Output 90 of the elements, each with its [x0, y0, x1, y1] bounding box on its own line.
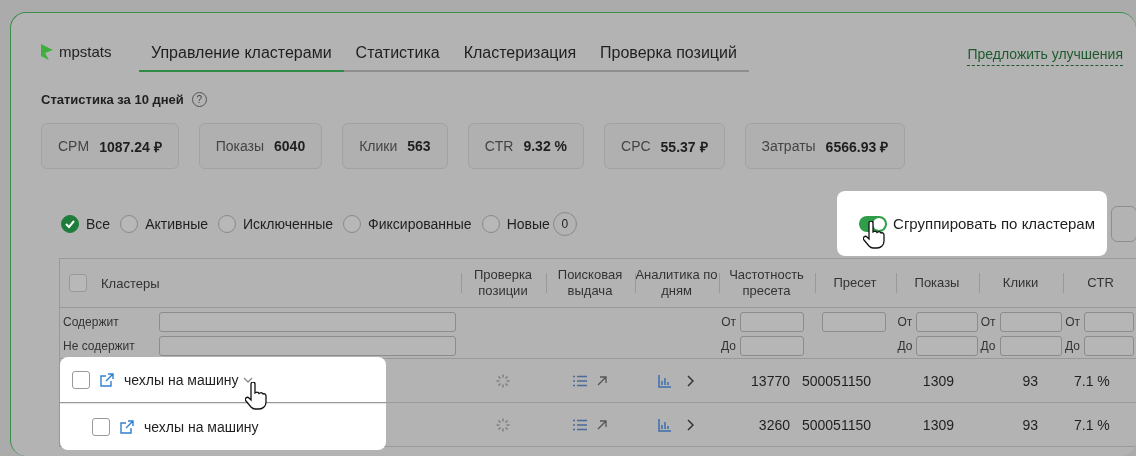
input-field[interactable]	[1084, 312, 1134, 332]
input-field[interactable]	[822, 312, 886, 332]
column-header[interactable]: CTR	[1087, 275, 1114, 291]
input-field[interactable]	[740, 312, 804, 332]
table-cell: 93	[1022, 416, 1038, 433]
chevron-right-icon[interactable]	[686, 374, 694, 387]
range-label: От	[979, 315, 996, 329]
loading-spinner-icon	[495, 373, 510, 388]
input-field[interactable]	[159, 336, 456, 356]
logo-text: mpstats	[59, 43, 112, 60]
external-link-icon[interactable]	[120, 420, 134, 434]
nav-tab[interactable]: Кластеризация	[451, 44, 589, 72]
stat-value: 55.37 ₽	[660, 137, 708, 156]
arrow-up-right-icon[interactable]	[596, 375, 607, 386]
stat-value: 6566.93 ₽	[825, 137, 889, 156]
filter-label[interactable]: Новые	[506, 215, 550, 232]
input-field[interactable]	[1084, 336, 1134, 356]
checkbox[interactable]	[69, 274, 87, 292]
column-header[interactable]: Показы	[914, 275, 960, 291]
radio-button[interactable]	[218, 214, 236, 233]
column-header[interactable]: Пресет	[833, 275, 877, 291]
table-cell: 500051150	[801, 372, 871, 389]
column-header[interactable]: Кластеры	[101, 275, 160, 291]
filter-label[interactable]: Активные	[145, 215, 208, 232]
radio-button[interactable]	[481, 214, 500, 233]
checkbox[interactable]	[92, 418, 110, 436]
bar-chart-icon[interactable]	[658, 417, 672, 432]
toggle-label[interactable]: Сгруппировать по кластерам	[893, 215, 1095, 232]
table-cell: 7.1 %	[1074, 416, 1110, 433]
filter-label[interactable]: Исключенные	[243, 215, 334, 232]
table-cell: 13770	[751, 372, 790, 389]
stat-label: CPM	[58, 138, 90, 154]
bar-chart-icon[interactable]	[658, 373, 672, 388]
stat-value: 1087.24 ₽	[99, 137, 162, 156]
radio-button[interactable]	[61, 214, 79, 233]
external-link-icon[interactable]	[100, 372, 114, 387]
table-cell: 1309	[922, 372, 954, 389]
stat-label: Клики	[359, 138, 398, 154]
filter-label: Содержит	[62, 315, 120, 329]
suggest-link[interactable]: Предложить улучшения	[967, 46, 1123, 66]
stats-title: Статистика за 10 дней	[41, 92, 184, 107]
range-label: От	[1064, 315, 1080, 329]
caret-icon[interactable]	[242, 375, 253, 384]
logo-icon	[41, 43, 53, 60]
column-header[interactable]: Поисковая выдача	[546, 267, 634, 299]
range-label: До	[720, 339, 736, 353]
range-label: До	[1064, 339, 1080, 353]
column-header[interactable]: Проверка позиции	[461, 267, 545, 299]
range-label: До	[979, 339, 996, 353]
stat-value: 563	[407, 138, 431, 154]
filter-label: Не содержит	[62, 339, 136, 353]
chevron-right-icon[interactable]	[686, 418, 694, 431]
range-label: От	[896, 315, 913, 329]
input-field[interactable]	[740, 336, 804, 356]
column-header[interactable]: Частотность пресета	[719, 267, 814, 299]
nav-tab[interactable]: Статистика	[343, 44, 452, 72]
list-icon[interactable]	[572, 374, 587, 387]
nav-tab[interactable]: Управление кластерами	[139, 44, 344, 72]
loading-spinner-icon	[495, 417, 510, 432]
input-field[interactable]	[159, 312, 456, 332]
stat-value: 9.32 %	[523, 138, 567, 154]
input-field[interactable]	[916, 312, 978, 332]
column-header[interactable]: Клики	[1002, 275, 1039, 291]
stat-label: CPC	[621, 138, 651, 154]
hand-cursor-icon	[863, 221, 886, 249]
nav-tab[interactable]: Проверка позиций	[588, 44, 749, 72]
table-cell: 500051150	[801, 416, 871, 433]
table-cell: 93	[1022, 372, 1038, 389]
table-cell: 7.1 %	[1074, 372, 1110, 389]
input-field[interactable]	[999, 312, 1062, 332]
table-cell: 3260	[758, 416, 790, 433]
cluster-name[interactable]: чехлы на машину	[124, 371, 239, 388]
input-field[interactable]	[999, 336, 1062, 356]
range-label: От	[720, 315, 736, 329]
range-label: До	[896, 339, 913, 353]
arrow-up-right-icon[interactable]	[596, 419, 607, 430]
stat-label: CTR	[484, 138, 514, 154]
cluster-name[interactable]: чехлы на машину	[144, 419, 259, 435]
column-header[interactable]: Аналитика по дням	[635, 267, 718, 299]
table-cell: 1309	[922, 416, 954, 433]
radio-button[interactable]	[120, 214, 139, 233]
stat-label: Затраты	[761, 138, 816, 154]
list-icon[interactable]	[572, 418, 587, 431]
filter-label[interactable]: Фиксированные	[368, 215, 472, 232]
stat-label: Показы	[215, 138, 265, 154]
radio-button[interactable]	[343, 214, 362, 233]
filter-label[interactable]: Все	[86, 215, 111, 232]
checkbox[interactable]	[72, 370, 90, 389]
input-field[interactable]	[916, 336, 978, 356]
stat-value: 6040	[274, 138, 306, 154]
